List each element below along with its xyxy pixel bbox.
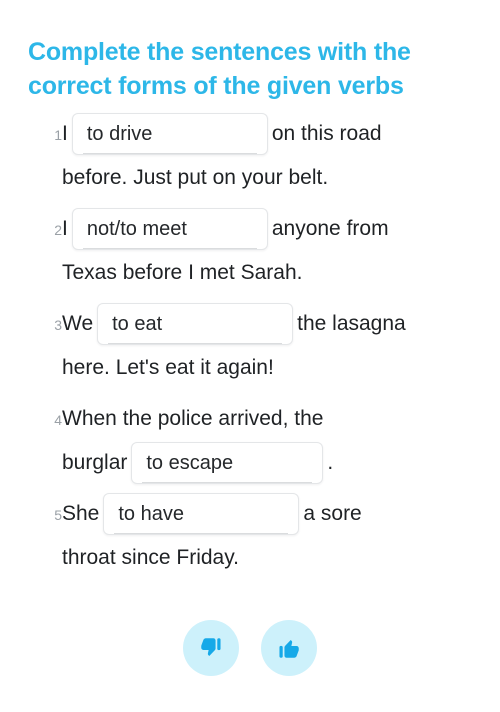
thumbs-up-icon bbox=[276, 635, 302, 661]
question-text-before: I bbox=[62, 217, 68, 240]
feedback-bar bbox=[0, 620, 500, 676]
question-item-2: 2 Inot/to meet anyone from Texas before I… bbox=[0, 207, 500, 295]
thumbs-up-button[interactable] bbox=[261, 620, 317, 676]
question-number: 5 bbox=[54, 507, 62, 523]
thumbs-down-button[interactable] bbox=[183, 620, 239, 676]
question-text-before: When the police arrived, the bbox=[62, 407, 324, 430]
question-text-before: She bbox=[62, 502, 100, 525]
question-text-after: on this road bbox=[271, 122, 382, 145]
page-title: Complete the sentences with the correct … bbox=[28, 37, 411, 100]
question-text-continuation: throat since Friday. bbox=[62, 546, 240, 569]
answer-input-1[interactable]: to drive bbox=[71, 113, 268, 156]
question-number: 3 bbox=[54, 317, 62, 333]
answer-input-2[interactable]: not/to meet bbox=[71, 208, 268, 251]
answer-value: to have bbox=[114, 494, 289, 535]
question-text-before: I bbox=[62, 122, 68, 145]
answer-value: to drive bbox=[82, 114, 257, 155]
thumbs-down-icon bbox=[198, 635, 224, 661]
question-text-continuation: before. Just put on your belt. bbox=[62, 166, 329, 189]
answer-value: not/to meet bbox=[82, 209, 257, 250]
answer-input-3[interactable]: to eat bbox=[97, 303, 294, 346]
question-text-after: the lasagna bbox=[297, 312, 406, 335]
question-text-after: a sore bbox=[303, 502, 362, 525]
question-item-3: 3 We to eat the lasagna here. Let's eat it… bbox=[0, 302, 500, 390]
question-number: 1 bbox=[54, 127, 62, 143]
answer-value: to escape bbox=[142, 443, 313, 484]
question-list: 1 Ito drive on this road before. Just put… bbox=[0, 112, 500, 587]
question-text-after: . bbox=[327, 451, 334, 474]
question-item-1: 1 Ito drive on this road before. Just put… bbox=[0, 112, 500, 200]
question-text-before-2: burglar bbox=[62, 451, 128, 474]
answer-value: to eat bbox=[108, 304, 283, 345]
question-item-4: 4 When the police arrived, the burglar to… bbox=[0, 397, 500, 485]
question-number: 4 bbox=[54, 412, 62, 428]
answer-input-5[interactable]: to have bbox=[103, 493, 300, 536]
exercise-page: Complete the sentences with the correct … bbox=[0, 0, 500, 712]
question-text-before: We bbox=[62, 312, 94, 335]
answer-input-4[interactable]: to escape bbox=[131, 442, 324, 485]
question-item-5: 5 She to have a sore throat since Friday. bbox=[0, 492, 500, 580]
question-text-continuation: Texas before I met Sarah. bbox=[62, 261, 303, 284]
question-number: 2 bbox=[54, 222, 62, 238]
question-text-continuation: here. Let's eat it again! bbox=[62, 356, 274, 379]
question-text-after: anyone from bbox=[271, 217, 389, 240]
